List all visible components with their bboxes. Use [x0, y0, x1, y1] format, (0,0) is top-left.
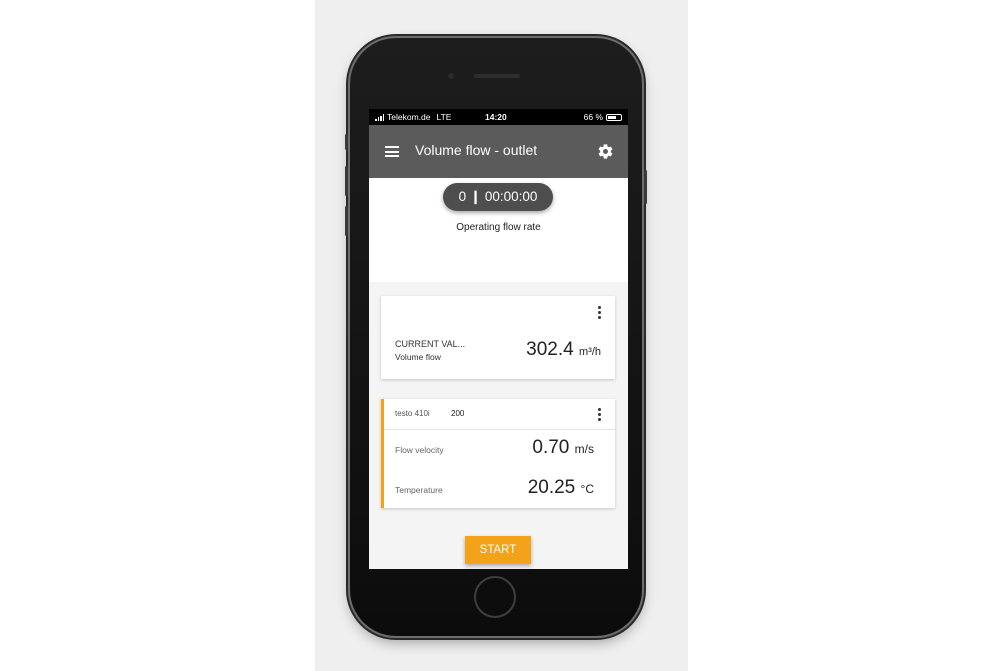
device-id: 200: [451, 409, 465, 418]
volume-flow-value: 302.4: [526, 339, 574, 360]
carrier-name: Telekom.de: [387, 112, 431, 122]
current-value-subheading: Volume flow: [395, 352, 441, 362]
gear-icon[interactable]: [597, 143, 614, 160]
flow-velocity-unit: m/s: [574, 442, 594, 456]
mute-switch: [345, 134, 348, 150]
volume-flow-unit: m³/h: [579, 346, 601, 358]
signal-strength-icon: [375, 113, 384, 121]
current-value-heading: CURRENT VAL...: [395, 339, 466, 349]
flow-rate-label: Operating flow rate: [456, 222, 541, 233]
phone-screen: Telekom.de LTE 14:20 66 % Volume flow - …: [369, 109, 628, 569]
app-bar: Volume flow - outlet: [369, 125, 628, 178]
start-button[interactable]: START: [465, 536, 531, 564]
device-name: testo 410i: [395, 409, 430, 418]
home-button[interactable]: [474, 576, 516, 618]
hamburger-menu-icon[interactable]: [385, 146, 399, 157]
volume-down-button: [345, 206, 348, 236]
timer-section: 0 ❙ 00:00:00 Operating flow rate: [369, 178, 628, 282]
status-time: 14:20: [485, 112, 507, 122]
status-bar: Telekom.de LTE 14:20 66 %: [369, 109, 628, 125]
kebab-menu-icon[interactable]: [598, 306, 602, 320]
flow-velocity-reading: 0.70 m/s: [532, 437, 594, 459]
device-card-header: testo 410i 200: [384, 399, 615, 430]
temperature-label: Temperature: [395, 485, 443, 495]
temperature-value: 20.25: [527, 477, 576, 498]
earpiece-speaker: [474, 74, 520, 78]
timer-display[interactable]: 0 ❙ 00:00:00: [443, 183, 553, 211]
temperature-reading: 20.25 °C: [528, 477, 594, 499]
current-value-card: CURRENT VAL... Volume flow 302.4 m³/h: [381, 296, 615, 379]
phone-frame: Telekom.de LTE 14:20 66 % Volume flow - …: [345, 38, 647, 636]
battery-percent: 66 %: [583, 112, 603, 122]
page-title: Volume flow - outlet: [415, 142, 538, 158]
device-card: testo 410i 200 Flow velocity 0.70 m/s Te…: [381, 399, 615, 508]
kebab-menu-icon[interactable]: [598, 408, 602, 422]
volume-up-button: [345, 166, 348, 196]
front-camera: [447, 72, 455, 80]
network-type: LTE: [436, 112, 452, 122]
battery-icon: [606, 113, 622, 121]
current-value-reading: 302.4 m³/h: [526, 339, 601, 361]
flow-velocity-value: 0.70: [532, 437, 570, 458]
flow-velocity-label: Flow velocity: [395, 445, 444, 455]
temperature-unit: °C: [580, 482, 594, 496]
power-button: [644, 170, 647, 204]
main-content: 0 ❙ 00:00:00 Operating flow rate CURRENT…: [369, 178, 628, 569]
